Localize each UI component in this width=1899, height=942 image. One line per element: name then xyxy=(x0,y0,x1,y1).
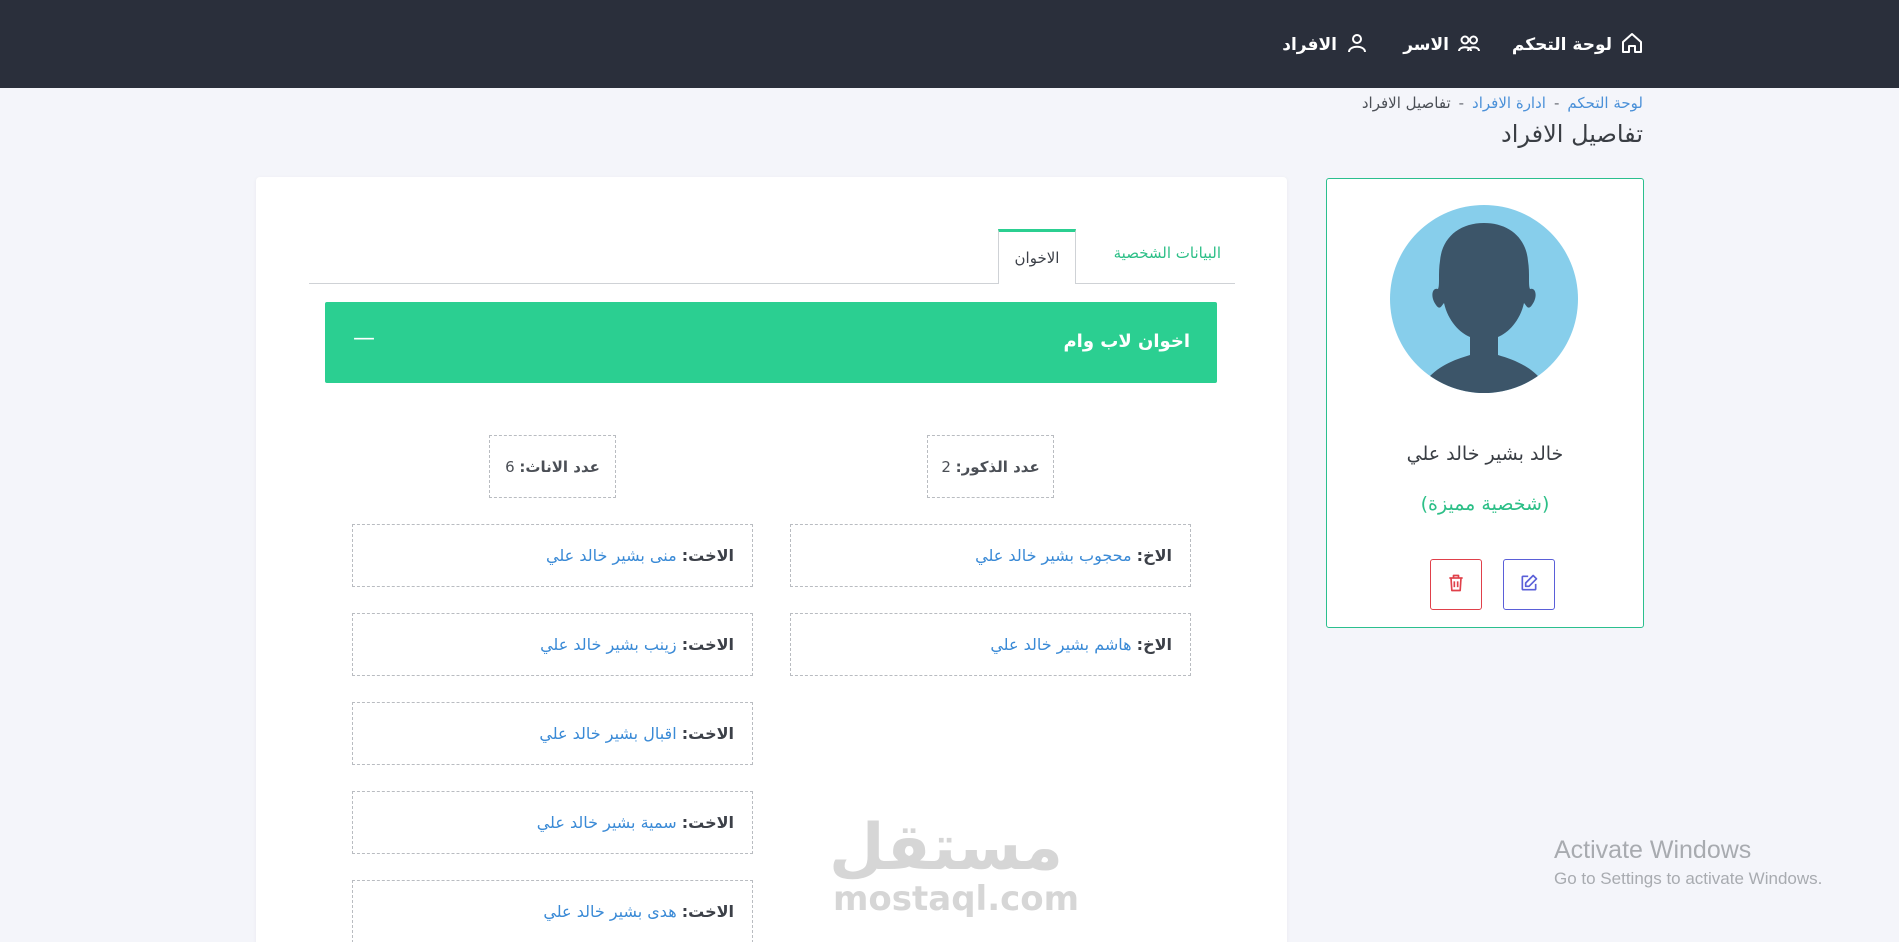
sibling-item: الاخ: محجوب بشير خالد علي xyxy=(790,524,1191,587)
sibling-relation: الاخت: xyxy=(681,635,734,654)
user-icon xyxy=(1345,31,1369,60)
home-icon xyxy=(1620,31,1644,60)
female-count-value: 6 xyxy=(505,457,515,476)
breadcrumb-members[interactable]: ادارة الافراد xyxy=(1472,94,1546,112)
sibling-item: الاخت: هدى بشير خالد علي xyxy=(352,880,753,942)
sibling-name-link[interactable]: هاشم بشير خالد علي xyxy=(990,635,1131,654)
sibling-name-link[interactable]: محجوب بشير خالد علي xyxy=(975,546,1131,565)
sibling-name-link[interactable]: هدى بشير خالد علي xyxy=(543,902,676,921)
avatar xyxy=(1390,205,1578,393)
profile-name: خالد بشير خالد علي xyxy=(1406,443,1564,465)
sibling-item: الاخت: زينب بشير خالد علي xyxy=(352,613,753,676)
nav-families[interactable]: الاسر xyxy=(1403,32,1481,58)
sibling-name-link[interactable]: زينب بشير خالد علي xyxy=(540,635,677,654)
breadcrumb-separator: - xyxy=(1553,94,1560,112)
tabs-divider xyxy=(309,283,1235,284)
breadcrumb-separator: - xyxy=(1458,94,1465,112)
watermark-latin: mostaql.com xyxy=(833,879,1080,919)
female-count-box: عدد الاناث: 6 xyxy=(489,435,616,498)
watermark-arabic: مستقل xyxy=(828,811,1063,885)
sibling-item: الاخت: منى بشير خالد علي xyxy=(352,524,753,587)
users-icon xyxy=(1457,31,1481,60)
male-count-value: 2 xyxy=(941,457,951,476)
sibling-item: الاخت: اقبال بشير خالد علي xyxy=(352,702,753,765)
watermark-logo: مستقل mostaql.com xyxy=(828,811,1080,919)
edit-icon xyxy=(1519,573,1539,597)
sibling-item: الاخت: سمية بشير خالد علي xyxy=(352,791,753,854)
tab-siblings-label: الاخوان xyxy=(1014,249,1060,267)
sibling-relation: الاخ: xyxy=(1136,546,1172,565)
sibling-item: الاخ: هاشم بشير خالد علي xyxy=(790,613,1191,676)
nav-dashboard-label: لوحة التحكم xyxy=(1511,35,1612,55)
nav-members-label: الافراد xyxy=(1282,35,1337,55)
sibling-relation: الاخ: xyxy=(1136,635,1172,654)
section-title: اخوان لاب وام xyxy=(1063,331,1190,352)
nav-families-label: الاسر xyxy=(1403,35,1449,55)
sibling-name-link[interactable]: سمية بشير خالد علي xyxy=(537,813,677,832)
female-count-label: عدد الاناث: xyxy=(519,457,600,476)
nav-members[interactable]: الافراد xyxy=(1282,32,1369,58)
delete-button[interactable] xyxy=(1430,559,1482,610)
breadcrumb-dashboard[interactable]: لوحة التحكم xyxy=(1567,94,1643,112)
tab-siblings[interactable]: الاخوان xyxy=(998,229,1076,284)
nav-dashboard[interactable]: لوحة التحكم xyxy=(1512,32,1644,58)
collapse-icon[interactable]: — xyxy=(353,328,375,350)
profile-status: (شخصية مميزة) xyxy=(1420,493,1550,515)
siblings-section-header[interactable]: اخوان لاب وام — xyxy=(325,302,1217,383)
sibling-relation: الاخت: xyxy=(681,724,734,743)
sibling-relation: الاخت: xyxy=(681,546,734,565)
sibling-relation: الاخت: xyxy=(681,813,734,832)
male-count-box: عدد الذكور: 2 xyxy=(927,435,1054,498)
male-count-label: عدد الذكور: xyxy=(955,457,1040,476)
breadcrumb-current: تفاصيل الافراد xyxy=(1361,94,1451,112)
edit-button[interactable] xyxy=(1503,559,1555,610)
top-navbar: لوحة التحكم الاسر الافراد xyxy=(0,0,1899,88)
activation-title: Activate Windows xyxy=(1554,836,1752,864)
sibling-name-link[interactable]: اقبال بشير خالد علي xyxy=(539,724,676,743)
breadcrumb: لوحة التحكم - ادارة الافراد - تفاصيل الا… xyxy=(1362,94,1643,112)
sibling-name-link[interactable]: منى بشير خالد علي xyxy=(546,546,677,565)
page-title: تفاصيل الافراد xyxy=(1501,120,1643,148)
windows-activation-notice: Activate Windows Go to Settings to activ… xyxy=(1554,836,1822,889)
tab-personal-data[interactable]: البيانات الشخصية xyxy=(1114,244,1221,262)
sibling-relation: الاخت: xyxy=(681,902,734,921)
trash-icon xyxy=(1446,573,1466,597)
profile-card: خالد بشير خالد علي (شخصية مميزة) xyxy=(1326,178,1644,628)
activation-subtitle: Go to Settings to activate Windows. xyxy=(1554,869,1823,888)
